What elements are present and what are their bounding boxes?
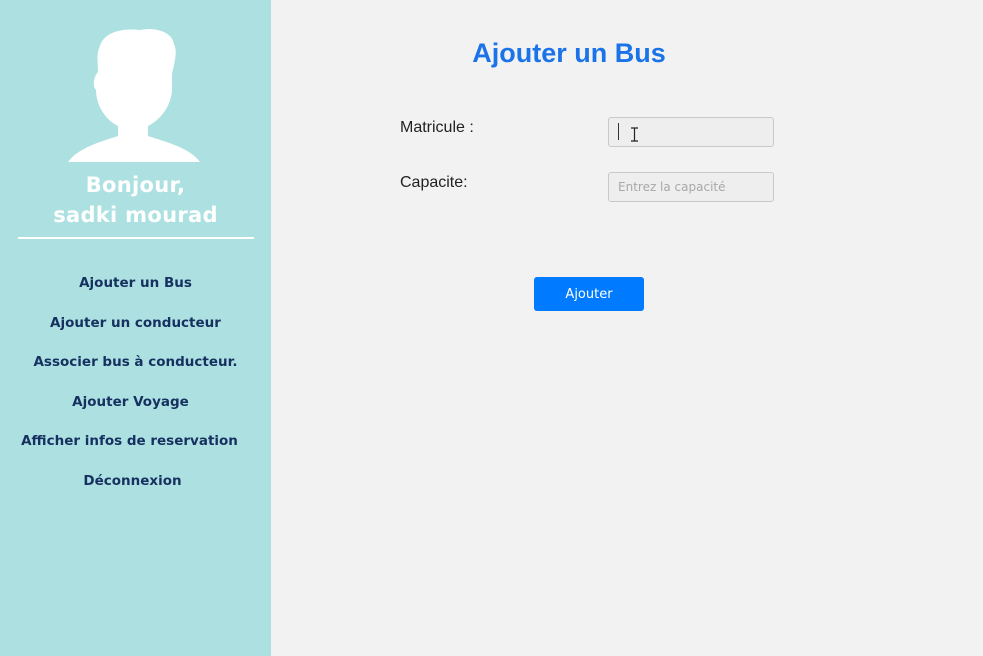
sidebar-item-deconnexion[interactable]: Déconnexion (0, 471, 268, 491)
greeting-hello: Bonjour, (85, 173, 186, 197)
sidebar-item-afficher-reservation[interactable]: Afficher infos de reservation (0, 431, 265, 451)
page-title: Ajouter un Bus (472, 38, 666, 68)
sidebar: Bonjour, sadki mourad Ajouter un Bus Ajo… (0, 0, 271, 656)
text-caret (618, 123, 619, 140)
sidebar-divider (18, 237, 254, 239)
ajouter-button[interactable]: Ajouter (534, 277, 644, 311)
sidebar-item-ajouter-conducteur[interactable]: Ajouter un conducteur (0, 313, 271, 333)
user-silhouette-icon (68, 29, 200, 163)
capacite-input[interactable] (608, 172, 774, 202)
sidebar-item-associer-bus[interactable]: Associer bus à conducteur. (0, 352, 271, 372)
ibeam-cursor-icon (631, 127, 638, 142)
sidebar-item-ajouter-bus[interactable]: Ajouter un Bus (0, 273, 271, 293)
app-window: Bonjour, sadki mourad Ajouter un Bus Ajo… (0, 0, 983, 656)
greeting: Bonjour, sadki mourad (0, 170, 271, 230)
sidebar-item-ajouter-voyage[interactable]: Ajouter Voyage (0, 392, 266, 412)
capacite-label: Capacite: (400, 174, 468, 191)
matricule-label: Matricule : (400, 119, 474, 136)
greeting-username: sadki mourad (53, 203, 218, 227)
